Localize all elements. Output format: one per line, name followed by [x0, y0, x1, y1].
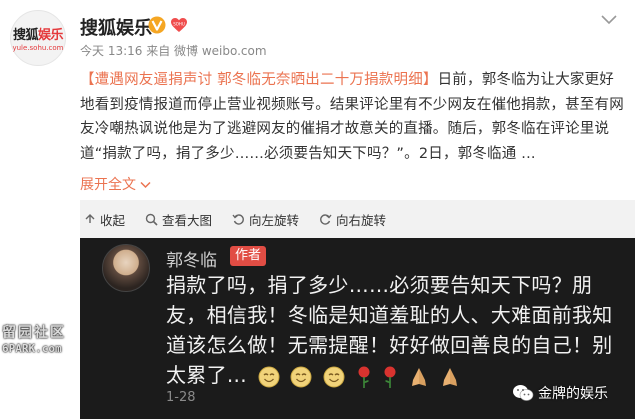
view-large-image-label: 查看大图: [162, 212, 213, 228]
image-toolbar: 收起 查看大图 向左旋转 向右旋转: [80, 200, 635, 238]
chevron-down-icon: [140, 181, 151, 189]
watermark-wechat: 金牌的娱乐: [512, 383, 608, 403]
rose-emoji: [358, 366, 370, 388]
watermark-6park: 留园社区 6PARK.com: [2, 322, 92, 355]
rotate-right-icon: [320, 213, 332, 225]
comment-time: 1-28: [166, 390, 196, 405]
smile-emoji: [323, 366, 345, 387]
rotate-left-button[interactable]: 向左旋转: [232, 210, 299, 229]
avatar-logo-text: 搜狐娱乐: [12, 28, 64, 43]
verified-v-icon: [148, 16, 166, 34]
collapse-label: 收起: [100, 212, 126, 228]
collapse-arrow-icon: [85, 214, 95, 223]
account-avatar[interactable]: 搜狐娱乐 yule.sohu.com: [10, 10, 66, 66]
watermark-6park-cn: 留园社区: [2, 325, 66, 341]
pray-emoji: [411, 367, 426, 386]
rotate-left-label: 向左旋转: [249, 212, 300, 228]
collapse-button[interactable]: 收起: [84, 210, 125, 229]
post-headline-link[interactable]: 【遭遇网友逼捐声讨 郭冬临无奈晒出二十万捐款明细】: [80, 72, 438, 88]
pray-emoji: [442, 367, 457, 386]
watermark-6park-en: 6PARK.com: [2, 342, 62, 355]
avatar-logo-subtext: yule.sohu.com: [12, 44, 64, 52]
rotate-right-button[interactable]: 向右旋转: [319, 210, 386, 229]
author-tag: 作者: [230, 246, 267, 266]
view-large-image-button[interactable]: 查看大图: [145, 210, 212, 229]
expand-full-text-link[interactable]: 展开全文: [80, 174, 151, 194]
watermark-wechat-text: 金牌的娱乐: [538, 386, 608, 402]
magnifier-icon: [145, 213, 158, 226]
rose-emoji: [384, 366, 396, 388]
post-menu-chevron-icon[interactable]: [600, 14, 618, 26]
commenter-name: 郭冬临: [166, 251, 217, 271]
expand-label: 展开全文: [80, 177, 136, 193]
svg-text:SOHU: SOHU: [173, 22, 185, 27]
rotate-right-label: 向右旋转: [336, 212, 387, 228]
post-timestamp[interactable]: 今天 13:16 来自 微博 weibo.com: [80, 42, 267, 59]
wechat-icon: [513, 385, 534, 401]
smile-emoji: [258, 366, 280, 387]
membership-badge-icon[interactable]: SOHU: [170, 17, 188, 33]
post-text: 【遭遇网友逼捐声讨 郭冬临无奈晒出二十万捐款明细】日前，郭冬临为让大家更好地看到…: [80, 68, 625, 166]
rotate-left-icon: [232, 213, 244, 225]
commenter-avatar: [102, 244, 150, 292]
smile-emoji: [290, 366, 312, 387]
comment-text: 捐款了吗，捐了多少……必须要告知天下吗？朋友，相信我！冬临是知道羞耻的人、大难面…: [166, 270, 626, 390]
account-name[interactable]: 搜狐娱乐: [80, 14, 152, 40]
